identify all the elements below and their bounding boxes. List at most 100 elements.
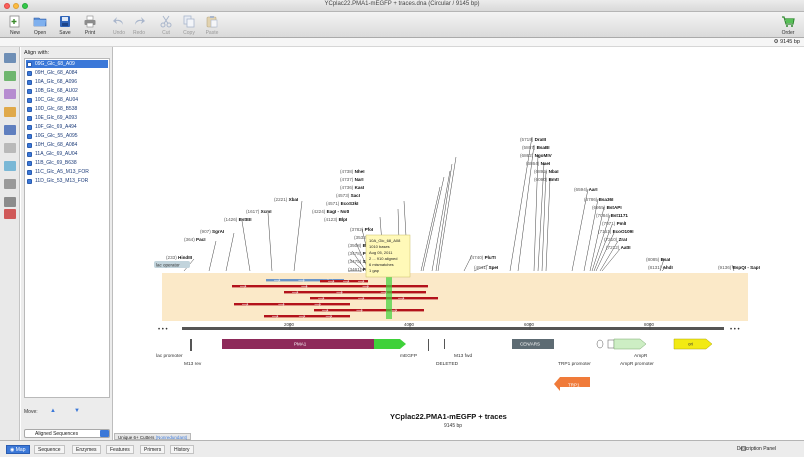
enzyme-site-label[interactable]: (7210) ZraI bbox=[604, 237, 627, 242]
enzyme-site-label[interactable]: (6864) NaeI bbox=[526, 161, 550, 166]
enzyme-site-label[interactable]: (4740) PluTI bbox=[470, 255, 496, 260]
trace-checkbox[interactable] bbox=[27, 115, 32, 121]
new-button[interactable]: New bbox=[4, 14, 26, 36]
save-button[interactable]: Save bbox=[54, 14, 76, 36]
trace-checkbox[interactable] bbox=[27, 79, 32, 85]
pen-tool-icon[interactable] bbox=[4, 143, 16, 153]
trace-list-item[interactable]: 09G_Glc_68_A09 bbox=[26, 60, 108, 68]
map-canvas[interactable]: (233) HindIII (364) PacI (907) SgrAI (1426)… bbox=[114, 47, 804, 433]
enzyme-site-label[interactable]: (7151) EcoO109I bbox=[598, 229, 634, 234]
enzyme-site-label[interactable]: (4736) KasI bbox=[340, 185, 364, 190]
orf-tool-icon[interactable] bbox=[4, 125, 16, 135]
alignment-tool-icon[interactable] bbox=[4, 209, 16, 219]
trace-checkbox[interactable] bbox=[27, 133, 32, 139]
trace-alignment-bar[interactable] bbox=[232, 285, 428, 288]
trace-list-item[interactable]: 10C_Glc_68_AU04 bbox=[26, 96, 108, 104]
enzyme-site-label[interactable]: (2221) XbaI bbox=[274, 197, 298, 202]
open-button[interactable]: Open bbox=[29, 14, 51, 36]
grid-tool-icon[interactable] bbox=[4, 197, 16, 207]
ruler-tool-icon[interactable] bbox=[4, 179, 16, 189]
trace-list-item[interactable]: 09H_Glc_68_A084 bbox=[26, 69, 108, 77]
enzyme-set-selector[interactable]: Unique 6+ Cutters (Nonredundant) bbox=[114, 433, 192, 440]
enzyme-site-label[interactable]: (3782) PfoI bbox=[350, 227, 373, 232]
trace-list-item[interactable]: 10F_Glc_69_A494 bbox=[26, 123, 108, 131]
trace-list-item[interactable]: 11C_Glc_A5_M13_FOR bbox=[26, 168, 108, 176]
enzyme-site-label[interactable]: (7071) PmlI bbox=[602, 221, 626, 226]
trace-checkbox[interactable] bbox=[27, 88, 32, 94]
enzyme-site-label[interactable]: (8131) AhdI bbox=[648, 265, 673, 270]
enzyme-site-label[interactable]: (4123) BlpI bbox=[324, 217, 347, 222]
tab-sequence[interactable]: Sequence bbox=[34, 445, 65, 454]
trace-list-item[interactable]: 10G_Glc_55_A095 bbox=[26, 132, 108, 140]
enzyme-site-label[interactable]: (6594) AarI bbox=[574, 187, 598, 192]
enzyme-site-label[interactable]: (4738) NheI bbox=[340, 169, 365, 174]
enzyme-site-label[interactable]: (7212) AatII bbox=[606, 245, 631, 250]
trace-list-item[interactable]: 10H_Glc_68_A084 bbox=[26, 141, 108, 149]
enzyme-site-label[interactable]: (4573) SacI bbox=[336, 193, 360, 198]
enzyme-site-label[interactable]: (7084) Bst1171 bbox=[596, 213, 628, 218]
ampr-feature[interactable] bbox=[613, 338, 647, 350]
enzyme-site-label[interactable]: (233) HindIII bbox=[166, 255, 192, 260]
trace-alignment-bar[interactable] bbox=[284, 291, 426, 294]
enzyme-site-label[interactable]: (364) PacI bbox=[184, 237, 205, 242]
trace-alignment-bar[interactable] bbox=[234, 303, 350, 306]
enzyme-site-label[interactable]: (907) SgrAI bbox=[200, 229, 224, 234]
enzyme-site-label[interactable]: (6862) NgoMIV bbox=[520, 153, 553, 158]
enzyme-site-label[interactable]: (1617) XcmI bbox=[246, 209, 272, 214]
trace-alignment-bar[interactable] bbox=[314, 309, 424, 312]
enzyme-site-label[interactable]: (5719) DraIII bbox=[520, 137, 546, 142]
tab-map[interactable]: ◉ Map bbox=[6, 445, 30, 454]
megfp-feature[interactable] bbox=[374, 339, 406, 349]
trace-list-item[interactable]: 11D_Glc_53_M13_FOR bbox=[26, 177, 108, 185]
trace-checkbox[interactable] bbox=[27, 178, 32, 184]
primer-tool-icon[interactable] bbox=[4, 107, 16, 117]
trace-list-item[interactable]: 10D_Glc_68_B538 bbox=[26, 105, 108, 113]
enzyme-site-label[interactable]: (6955) BstAPI bbox=[592, 205, 622, 210]
enzyme-site-label[interactable]: (4737) NarI bbox=[340, 177, 364, 182]
ampr-promoter-feature[interactable] bbox=[607, 339, 615, 349]
enzyme-position: (907) bbox=[200, 229, 212, 234]
enzyme-site-label[interactable]: (6090) BmtI bbox=[534, 177, 559, 182]
move-down-button[interactable]: ▼ bbox=[71, 407, 83, 415]
enzyme-site-label[interactable]: (6892) NbaI bbox=[534, 169, 559, 174]
trace-checkbox[interactable] bbox=[27, 97, 32, 103]
move-up-button[interactable]: ▲ bbox=[47, 407, 59, 415]
trace-list-item[interactable]: 10E_Glc_69_A093 bbox=[26, 114, 108, 122]
enzyme-site-label[interactable]: (1426) BstEII bbox=[224, 217, 252, 222]
restriction-tool-icon[interactable] bbox=[4, 71, 16, 81]
trace-checkbox[interactable] bbox=[27, 151, 32, 157]
enzyme-site-label[interactable]: (6786) Bsa36I bbox=[584, 197, 613, 202]
feature-tool-icon[interactable] bbox=[4, 89, 16, 99]
linear-map[interactable]: (233) HindIII (364) PacI (907) SgrAI (1426)… bbox=[114, 47, 804, 433]
translation-tool-icon[interactable] bbox=[4, 161, 16, 171]
paste-button[interactable]: Paste bbox=[201, 14, 223, 36]
trace-list-item[interactable]: 11B_Glc_69_B638 bbox=[26, 159, 108, 167]
tab-primers[interactable]: Primers bbox=[140, 445, 166, 454]
trace-checkbox[interactable] bbox=[27, 160, 32, 166]
order-button[interactable]: Order bbox=[777, 14, 799, 36]
trace-checkbox[interactable] bbox=[27, 61, 32, 67]
trace-checkbox[interactable] bbox=[27, 169, 32, 175]
tab-history[interactable]: History bbox=[170, 445, 194, 454]
view-select[interactable]: Aligned Sequences bbox=[24, 429, 110, 438]
trace-list-item[interactable]: 10B_Glc_68_AU02 bbox=[26, 87, 108, 95]
enzyme-site-label[interactable]: (9136) BspQI - SapI bbox=[718, 265, 760, 270]
tab-enzymes[interactable]: Enzymes bbox=[72, 445, 101, 454]
enzyme-site-label[interactable]: (4224) EagI - NotI bbox=[312, 209, 349, 214]
tab-features[interactable]: Features bbox=[106, 445, 134, 454]
trace-checkbox[interactable] bbox=[27, 70, 32, 76]
trace-checkbox[interactable] bbox=[27, 106, 32, 112]
redo-button[interactable]: Redo bbox=[128, 14, 150, 36]
enzyme-site-label[interactable]: (4571) EcoS3kI bbox=[326, 201, 358, 206]
trace-list-item[interactable]: 11A_Glc_69_AU04 bbox=[26, 150, 108, 158]
trp1-promoter-feature[interactable] bbox=[596, 339, 604, 349]
trace-checkbox[interactable] bbox=[27, 124, 32, 130]
enzyme-site-label[interactable]: (8085) BsaI bbox=[646, 257, 670, 262]
map-view-tool-icon[interactable] bbox=[4, 53, 16, 63]
enzyme-site-label[interactable]: (4941) SpeI bbox=[474, 265, 498, 270]
trace-checkbox[interactable] bbox=[27, 142, 32, 148]
print-button[interactable]: Print bbox=[79, 14, 101, 36]
trace-list-item[interactable]: 10A_Glc_68_A096 bbox=[26, 78, 108, 86]
enzyme-site-label[interactable]: (5867) BsaBI bbox=[522, 145, 550, 150]
trace-alignment-bar[interactable] bbox=[310, 297, 438, 300]
